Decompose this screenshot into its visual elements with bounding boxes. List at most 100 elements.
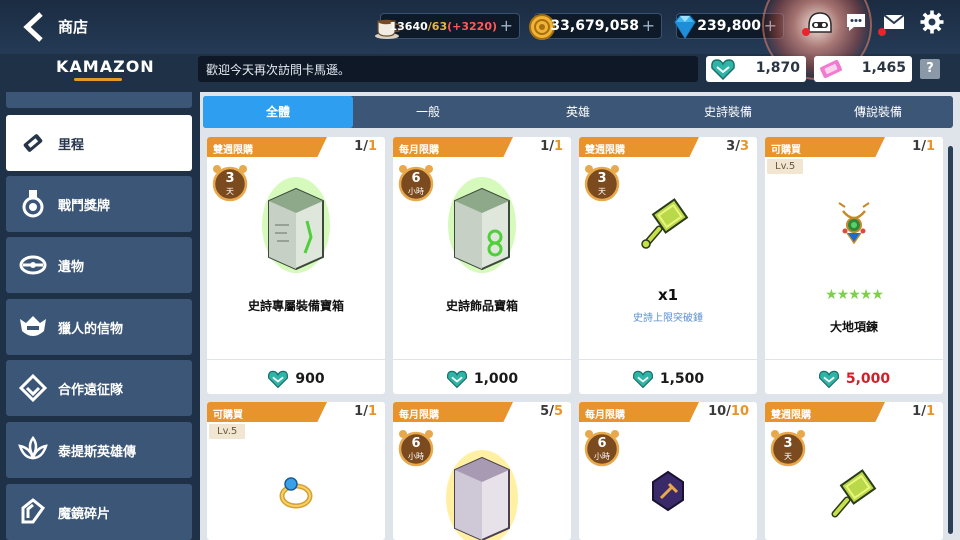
shop-card[interactable]: 每月限購 1/1 6 小時 史詩飾品寶箱 1,000	[393, 137, 571, 394]
chat-button[interactable]	[844, 10, 868, 34]
mileage-heart-icon	[268, 370, 289, 389]
shop-card[interactable]: 雙週限購 3/3 3 天 x1 史詩上限突破錘 1,500	[579, 137, 757, 394]
gear-icon	[920, 10, 944, 34]
sidebar-item-label: 獵人的信物	[58, 321, 124, 337]
sidebar-item-battle-medal[interactable]: 戰鬥獎牌	[6, 176, 192, 232]
page-title: 商店	[58, 18, 89, 36]
count-current: 3/	[726, 139, 740, 154]
add-gold-button[interactable]: +	[642, 16, 655, 35]
purchase-count: 5/5	[540, 404, 563, 419]
shop-card[interactable]: 雙週限購 1/1 3 天 史詩專屬裝備寶箱 900	[207, 137, 385, 394]
shop-scrollbar[interactable]	[948, 146, 953, 534]
coop-icon	[18, 373, 48, 403]
item-name: 史詩專屬裝備寶箱	[247, 299, 344, 313]
gold-value: 33,679,058	[550, 18, 639, 34]
ticket-currency: 1,465	[814, 56, 912, 82]
purchase-count: 1/1	[354, 139, 377, 154]
limit-break-hammer-icon	[831, 469, 877, 518]
sidebar-item-relic[interactable]: 遺物	[6, 237, 192, 293]
avatar-alert-dot	[802, 28, 810, 36]
item-subtitle: 史詩上限突破錘	[633, 313, 703, 324]
sidebar-scroll-stub	[6, 92, 192, 108]
price[interactable]: 1,500	[579, 365, 757, 393]
helmet-icon	[18, 312, 48, 342]
star-rating: ★★★★★	[825, 287, 884, 303]
tab-all[interactable]: 全體	[203, 96, 353, 128]
price-value: 900	[295, 371, 325, 387]
price-value: 1,500	[659, 371, 705, 387]
purchase-limit-tag: 每月限購	[579, 402, 699, 422]
sidebar-item-label: 合作遠征隊	[58, 382, 124, 398]
tab-hero[interactable]: 英雄	[503, 96, 653, 128]
price-value: 1,000	[473, 371, 519, 387]
gold-ring-icon	[279, 477, 313, 509]
shop-card[interactable]: 可購買 1/1 Lv.5	[207, 402, 385, 540]
limit-break-hammer-icon	[641, 198, 689, 249]
sidebar-item-label: 魔鏡碎片	[58, 506, 111, 522]
ticket-value: 1,465	[861, 60, 906, 76]
diamond-icon	[674, 15, 696, 40]
sidebar-item-label: 遺物	[58, 259, 85, 275]
shop-card[interactable]: 雙週限購 1/1 3 天	[765, 402, 943, 540]
settings-button[interactable]	[920, 10, 944, 34]
stamina-value: 13640/63(+3220)	[390, 20, 498, 33]
mail-button[interactable]	[878, 10, 906, 36]
tab-legendary-gear[interactable]: 傳說裝備	[803, 96, 953, 128]
purchase-count: 10/10	[708, 404, 749, 419]
add-stamina-button[interactable]: +	[500, 16, 513, 35]
stamina-resource[interactable]: 13640/63(+3220) +	[375, 13, 520, 39]
sidebar-item-tethys-legend[interactable]: 泰提斯英雄傳	[6, 422, 192, 478]
purchase-limit-tag: 雙週限購	[579, 137, 699, 157]
mileage-heart-icon	[446, 370, 467, 389]
price[interactable]: 1,000	[393, 365, 571, 393]
sidebar-item-mirror-shard[interactable]: 魔鏡碎片	[6, 484, 192, 540]
timer-number: 6	[597, 436, 607, 451]
sidebar-item-label: 里程	[58, 137, 85, 153]
sidebar-item-coop-expedition[interactable]: 合作遠征隊	[6, 360, 192, 416]
purchase-limit-tag: 可購買	[765, 137, 885, 157]
medal-icon	[18, 189, 48, 219]
relic-icon	[18, 250, 48, 280]
back-button[interactable]	[20, 12, 48, 42]
tab-general[interactable]: 一般	[353, 96, 503, 128]
shop-card[interactable]: 可購買 1/1 Lv.5 ★★★★★ 大地項鍊 5,000	[765, 137, 943, 394]
tab-epic-gear[interactable]: 史詩裝備	[653, 96, 803, 128]
count-current: 10/	[708, 404, 731, 419]
lotus-icon	[18, 435, 48, 465]
price-divider	[393, 359, 571, 360]
epic-accessory-chest-icon	[448, 177, 516, 273]
epic-exclusive-gear-chest-icon	[262, 177, 330, 273]
ticket-icon	[18, 128, 48, 158]
stamina-extra: (+3220)	[447, 20, 497, 33]
help-button[interactable]: ?	[920, 59, 940, 79]
shop-card[interactable]: 每月限購 10/10 6 小時	[579, 402, 757, 540]
gold-resource[interactable]: 33,679,058 +	[529, 13, 662, 40]
pink-ticket-icon	[820, 59, 842, 79]
sidebar-item-mileage[interactable]: 里程	[6, 115, 192, 171]
mileage-heart-icon	[818, 370, 839, 389]
earth-necklace-icon	[838, 202, 870, 245]
price-divider	[765, 359, 943, 360]
logo-underline	[74, 78, 122, 81]
kamazon-logo: KAMAZON	[56, 57, 155, 76]
count-max: 1	[367, 139, 377, 154]
count-max: 3	[739, 139, 749, 154]
purchase-limit-tag: 每月限購	[393, 402, 513, 422]
purchase-limit-tag: 雙週限購	[765, 402, 885, 422]
price[interactable]: 5,000	[765, 365, 943, 393]
price[interactable]: 900	[207, 365, 385, 393]
count-max: 1	[925, 404, 935, 419]
category-tabs: 全體 一般 英雄 史詩裝備 傳說裝備	[203, 96, 953, 128]
sidebar-item-hunter-token[interactable]: 獵人的信物	[6, 299, 192, 355]
legendary-chest-icon	[446, 450, 518, 540]
back-arrow-icon	[23, 12, 43, 42]
price-value: 5,000	[845, 371, 891, 387]
hammer-crystal-icon	[652, 470, 684, 512]
shop-card[interactable]: 每月限購 5/5 6 小時	[393, 402, 571, 540]
gem-value: 239,800	[697, 18, 761, 34]
count-max: 1	[925, 139, 935, 154]
stamina-max: /63	[427, 20, 448, 33]
avatar-button[interactable]	[802, 10, 832, 36]
purchase-count: 1/1	[354, 404, 377, 419]
purchase-limit-tag: 每月限購	[393, 137, 513, 157]
